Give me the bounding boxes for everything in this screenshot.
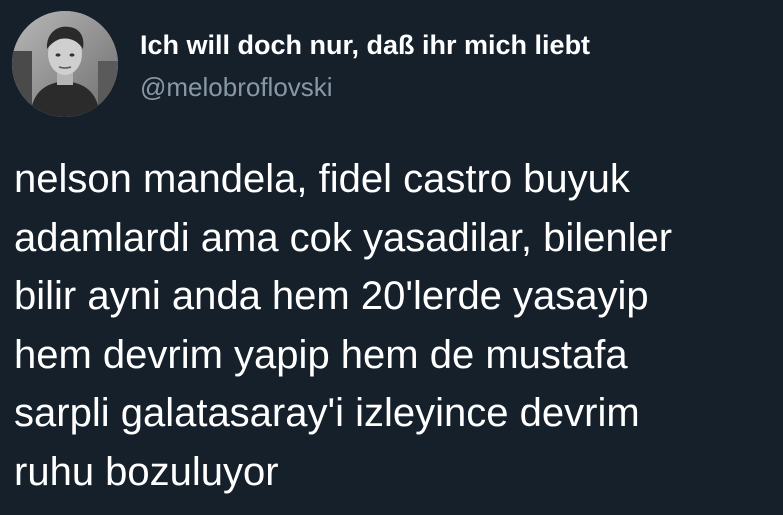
tweet-text-line: sarpli galatasaray'i izleyince devrim [14, 391, 640, 435]
tweet-text-line: ruhu bozuluyor [14, 449, 279, 494]
avatar[interactable] [12, 11, 118, 117]
tweet-text-line: hem devrim yapip hem de mustafa [14, 332, 628, 377]
tweet-text-line: nelson mandela, fidel castro buyuk [14, 157, 630, 201]
user-handle[interactable]: @melobroflovski [140, 71, 333, 103]
profile-photo-icon [12, 11, 118, 117]
display-name[interactable]: Ich will doch nur, daß ihr mich liebt [140, 29, 590, 61]
tweet-card: Ich will doch nur, daß ihr mich liebt @m… [0, 0, 783, 515]
tweet-text: nelson mandela, fidel castro buyuk adaml… [14, 150, 774, 501]
tweet-text-line: bilir ayni anda hem 20'lerde yasayip [14, 274, 649, 318]
tweet-text-line: adamlardi ama cok yasadilar, bilenler [14, 215, 673, 260]
